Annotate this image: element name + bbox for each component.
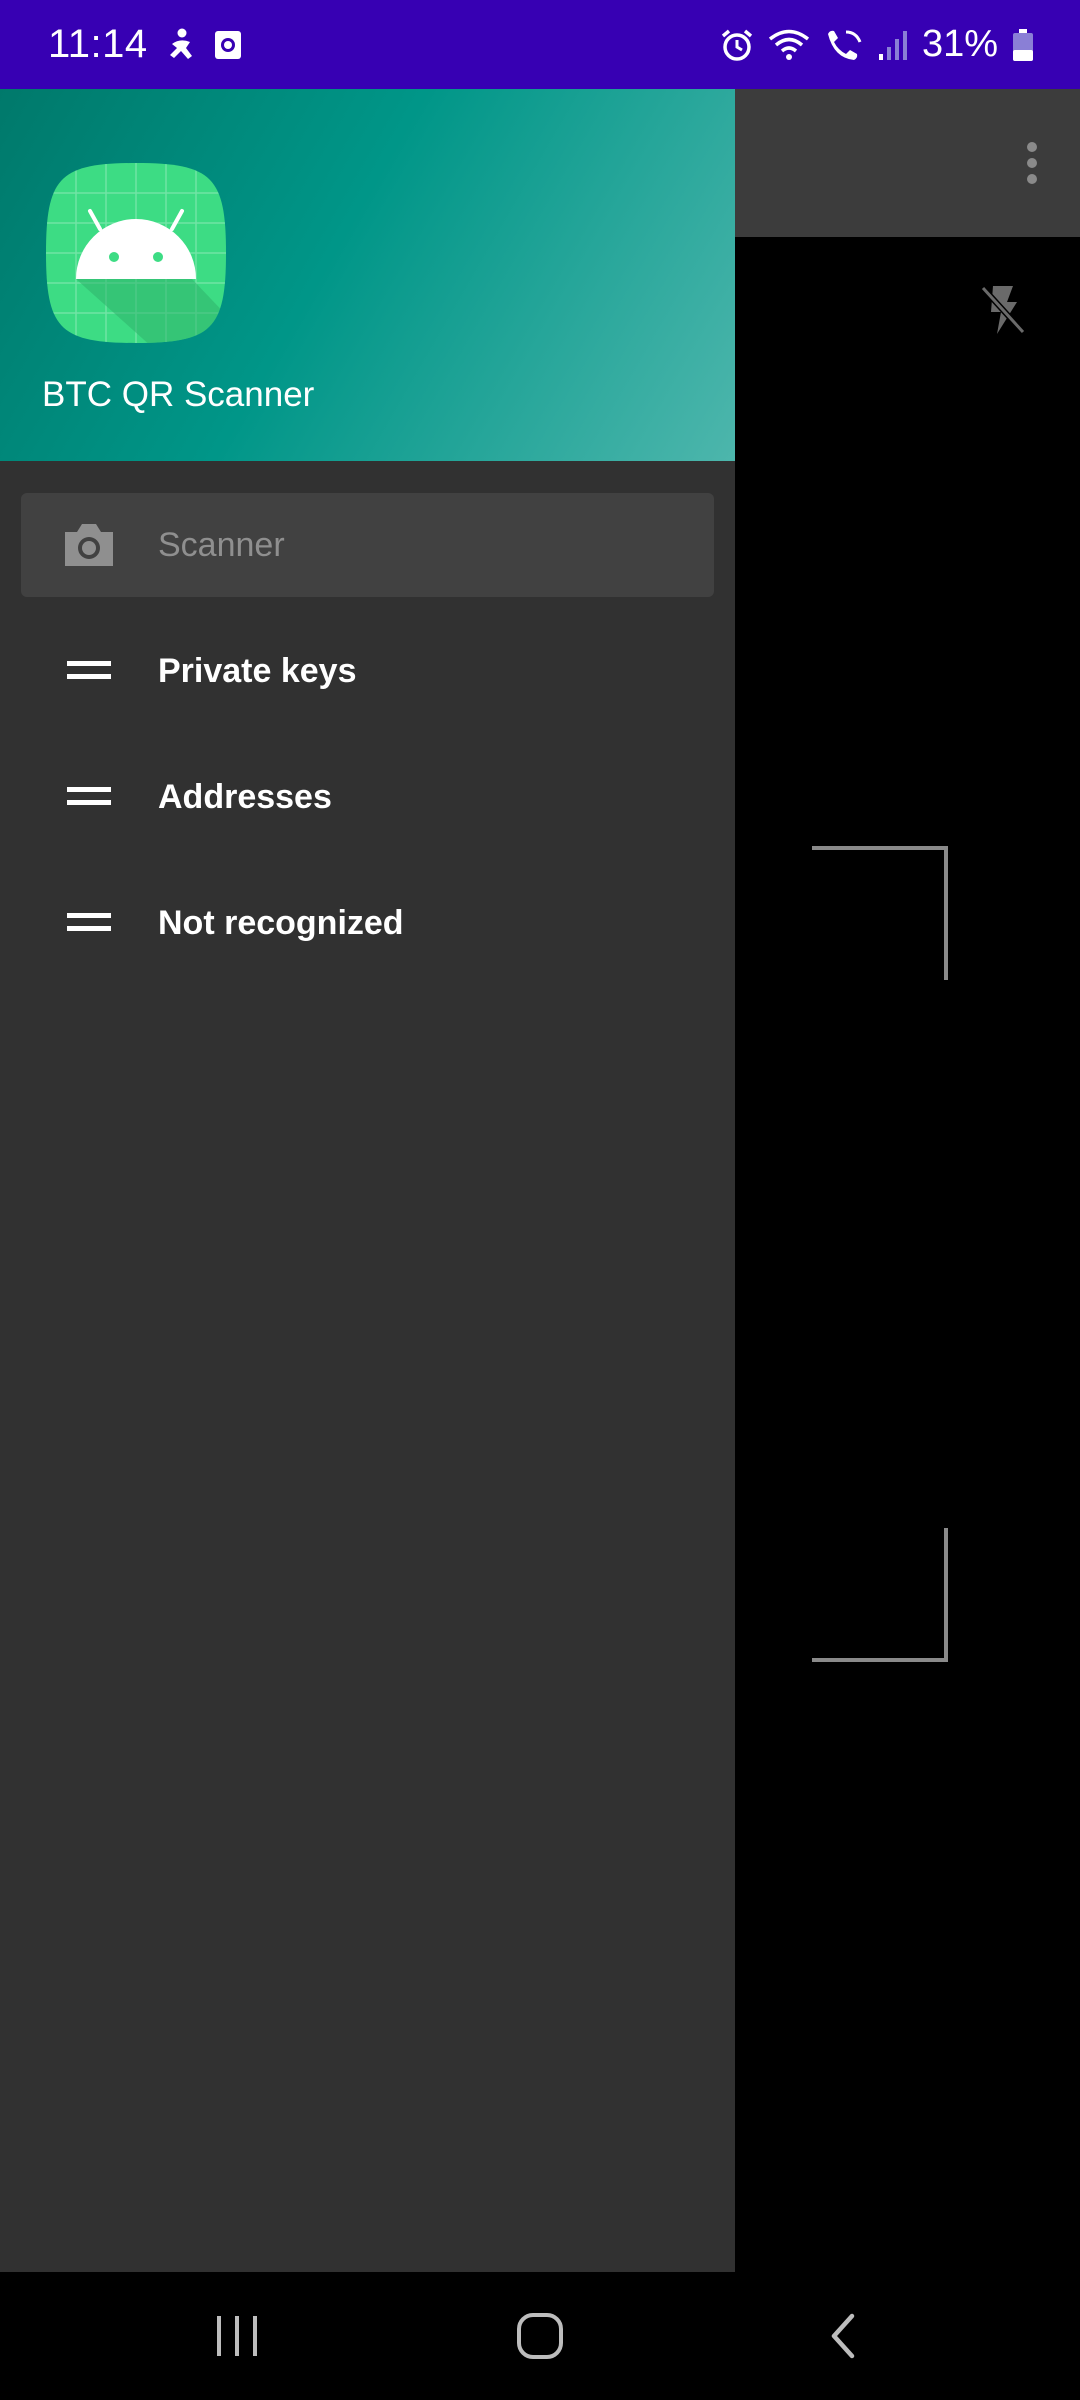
drawer-menu: Scanner Private keys Addresses Not recog… xyxy=(0,461,735,975)
drawer-item-not-recognized[interactable]: Not recognized xyxy=(21,871,714,975)
drawer-item-scanner[interactable]: Scanner xyxy=(21,493,714,597)
system-nav-bar xyxy=(0,2272,1080,2400)
app-name: BTC QR Scanner xyxy=(42,375,315,414)
wifi-icon xyxy=(768,28,810,62)
screen: 11:14 31% BTC QR Scanner Scanner Private… xyxy=(0,0,1080,2400)
drawer-item-label: Scanner xyxy=(158,525,285,564)
status-bar: 11:14 31% xyxy=(0,0,1080,89)
navigation-drawer: BTC QR Scanner Scanner Private keys Addr… xyxy=(0,89,735,2272)
signal-icon xyxy=(878,28,908,62)
android-logo-icon xyxy=(42,159,230,347)
status-left: 11:14 xyxy=(48,22,242,67)
home-icon[interactable] xyxy=(470,2272,610,2400)
drawer-item-label: Not recognized xyxy=(158,903,404,942)
wifi-calling-icon xyxy=(824,28,864,62)
drawer-header: BTC QR Scanner xyxy=(0,89,735,461)
alarm-icon xyxy=(720,28,754,62)
screen-recorder-icon xyxy=(214,30,242,60)
list-icon xyxy=(61,895,117,951)
drawer-item-label: Addresses xyxy=(158,777,332,816)
recents-icon[interactable] xyxy=(167,2272,307,2400)
battery-percentage: 31% xyxy=(921,23,998,65)
drawer-item-label: Private keys xyxy=(158,651,357,690)
back-icon[interactable] xyxy=(773,2272,913,2400)
battery-icon xyxy=(1012,28,1034,62)
accessibility-icon xyxy=(166,28,196,62)
drawer-item-private-keys[interactable]: Private keys xyxy=(21,619,714,723)
camera-icon xyxy=(61,517,117,573)
status-time: 11:14 xyxy=(48,22,148,66)
list-icon xyxy=(61,643,117,699)
list-icon xyxy=(61,769,117,825)
status-right: 31% xyxy=(720,23,1034,66)
drawer-item-addresses[interactable]: Addresses xyxy=(21,745,714,849)
